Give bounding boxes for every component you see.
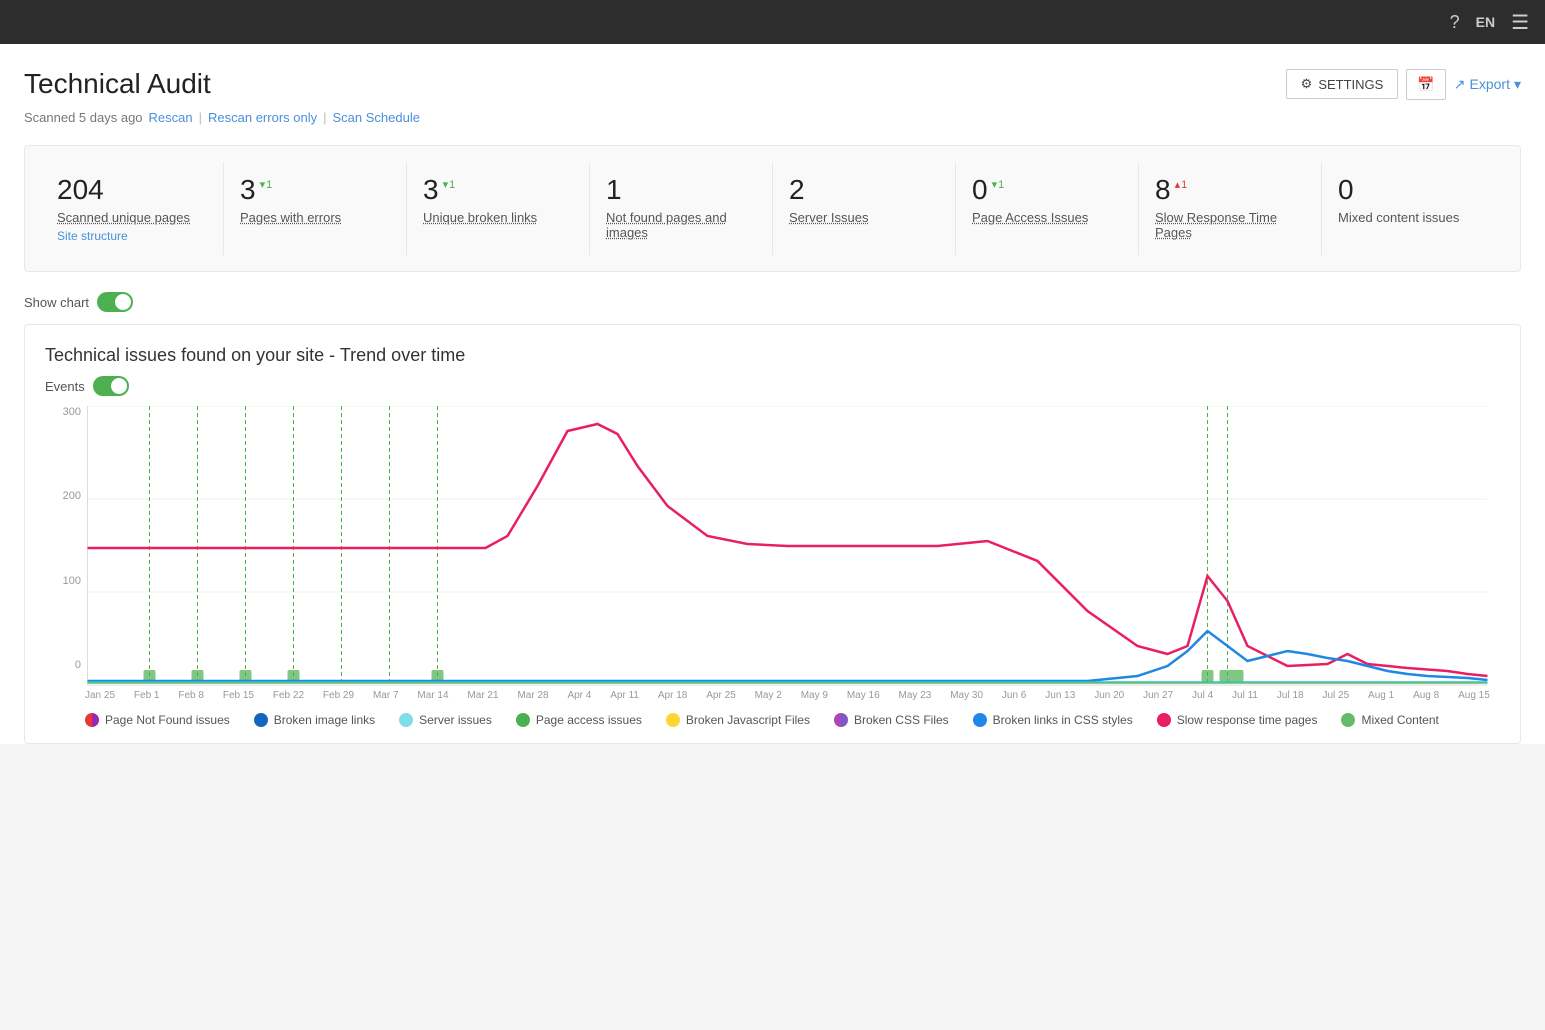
legend-label-broken-links-css: Broken links in CSS styles <box>993 713 1133 727</box>
page-title: Technical Audit <box>24 68 211 100</box>
settings-icon: ⚙ <box>1301 76 1313 92</box>
stat-number-pages-errors: 3 ▾1 <box>240 174 390 206</box>
language-selector[interactable]: EN <box>1476 14 1495 30</box>
legend-slow-response: Slow response time pages <box>1157 713 1318 727</box>
chart-svg <box>85 406 1490 686</box>
show-chart-toggle[interactable] <box>97 292 133 312</box>
stat-card-slow: 8 ▴1 Slow Response Time Pages <box>1139 162 1322 255</box>
legend-server-issues: Server issues <box>399 713 492 727</box>
stat-label-slow[interactable]: Slow Response Time Pages <box>1155 210 1305 240</box>
legend-dot-slow <box>1157 713 1171 727</box>
chart-legend: Page Not Found issues Broken image links… <box>85 713 1500 727</box>
site-structure-link[interactable]: Site structure <box>57 229 207 243</box>
separator1: | <box>199 110 202 125</box>
stats-container: 204 Scanned unique pages Site structure … <box>24 145 1521 272</box>
page-header: Technical Audit ⚙ SETTINGS 📅 ↗ Export ▾ <box>24 68 1521 100</box>
chart-events-row: Events <box>45 376 1500 396</box>
legend-page-access: Page access issues <box>516 713 642 727</box>
x-axis-labels: Jan 25 Feb 1 Feb 8 Feb 15 Feb 22 Feb 29 … <box>85 690 1490 701</box>
rescan-errors-link[interactable]: Rescan errors only <box>208 110 317 125</box>
scan-info: Scanned 5 days ago Rescan | Rescan error… <box>24 110 1521 125</box>
legend-dot-broken-css <box>834 713 848 727</box>
stat-card-broken-links: 3 ▾1 Unique broken links <box>407 162 590 255</box>
stat-label-not-found[interactable]: Not found pages and images <box>606 210 756 240</box>
legend-dot-broken-image <box>254 713 268 727</box>
badge-page-access: ▾1 <box>992 178 1005 191</box>
stat-label-scanned[interactable]: Scanned unique pages <box>57 210 207 225</box>
legend-broken-css: Broken CSS Files <box>834 713 949 727</box>
export-dropdown-icon: ▾ <box>1514 76 1521 93</box>
stat-number-scanned: 204 <box>57 174 207 206</box>
legend-broken-links-css: Broken links in CSS styles <box>973 713 1133 727</box>
events-label: Events <box>45 379 85 394</box>
stat-number-page-access: 0 ▾1 <box>972 174 1122 206</box>
badge-pages-errors: ▾1 <box>260 178 273 191</box>
legend-dot-page-access <box>516 713 530 727</box>
stat-number-not-found: 1 <box>606 174 756 206</box>
legend-dot-page-not-found <box>85 713 99 727</box>
legend-broken-js: Broken Javascript Files <box>666 713 810 727</box>
stat-label-server[interactable]: Server Issues <box>789 210 939 225</box>
stat-number-server: 2 <box>789 174 939 206</box>
legend-broken-image: Broken image links <box>254 713 375 727</box>
rescan-link[interactable]: Rescan <box>149 110 193 125</box>
header-actions: ⚙ SETTINGS 📅 ↗ Export ▾ <box>1286 69 1521 100</box>
legend-label-broken-image: Broken image links <box>274 713 375 727</box>
menu-icon[interactable]: ☰ <box>1511 10 1529 35</box>
stat-label-broken-links[interactable]: Unique broken links <box>423 210 573 225</box>
legend-dot-mixed <box>1341 713 1355 727</box>
stat-number-slow: 8 ▴1 <box>1155 174 1305 206</box>
chart-container: Technical issues found on your site - Tr… <box>24 324 1521 744</box>
badge-broken-links: ▾1 <box>443 178 456 191</box>
legend-label-page-not-found: Page Not Found issues <box>105 713 230 727</box>
scanned-text: Scanned 5 days ago <box>24 110 143 125</box>
legend-mixed-content: Mixed Content <box>1341 713 1438 727</box>
chart-area-wrapper: 300 200 100 0 <box>85 406 1490 701</box>
stat-card-mixed: 0 Mixed content issues <box>1322 162 1504 255</box>
separator2: | <box>323 110 326 125</box>
stat-card-page-access: 0 ▾1 Page Access Issues <box>956 162 1139 255</box>
stat-label-pages-errors[interactable]: Pages with errors <box>240 210 390 225</box>
y-axis: 300 200 100 0 <box>45 406 81 671</box>
badge-slow: ▴1 <box>1175 178 1188 191</box>
legend-label-broken-js: Broken Javascript Files <box>686 713 810 727</box>
legend-label-mixed: Mixed Content <box>1361 713 1438 727</box>
stat-card-scanned: 204 Scanned unique pages Site structure <box>41 162 224 255</box>
stat-card-pages-errors: 3 ▾1 Pages with errors <box>224 162 407 255</box>
legend-dot-broken-js <box>666 713 680 727</box>
stat-label-page-access[interactable]: Page Access Issues <box>972 210 1122 225</box>
calendar-button[interactable]: 📅 <box>1406 69 1445 100</box>
settings-button[interactable]: ⚙ SETTINGS <box>1286 69 1399 99</box>
legend-dot-server <box>399 713 413 727</box>
export-icon: ↗ <box>1454 76 1466 93</box>
legend-label-server: Server issues <box>419 713 492 727</box>
stat-number-broken-links: 3 ▾1 <box>423 174 573 206</box>
stat-card-not-found: 1 Not found pages and images <box>590 162 773 255</box>
stat-label-mixed: Mixed content issues <box>1338 210 1488 225</box>
top-bar: ? EN ☰ <box>0 0 1545 44</box>
show-chart-row: Show chart <box>24 292 1521 312</box>
show-chart-label: Show chart <box>24 295 89 310</box>
chart-title: Technical issues found on your site - Tr… <box>45 345 1500 366</box>
export-button[interactable]: ↗ Export ▾ <box>1454 76 1521 93</box>
help-icon[interactable]: ? <box>1450 12 1460 33</box>
events-toggle[interactable] <box>93 376 129 396</box>
legend-page-not-found: Page Not Found issues <box>85 713 230 727</box>
main-content: Technical Audit ⚙ SETTINGS 📅 ↗ Export ▾ … <box>0 44 1545 744</box>
stat-number-mixed: 0 <box>1338 174 1488 206</box>
calendar-icon: 📅 <box>1417 76 1434 92</box>
legend-label-broken-css: Broken CSS Files <box>854 713 949 727</box>
scan-schedule-link[interactable]: Scan Schedule <box>333 110 420 125</box>
legend-dot-broken-links-css <box>973 713 987 727</box>
legend-label-slow: Slow response time pages <box>1177 713 1318 727</box>
stat-card-server: 2 Server Issues <box>773 162 956 255</box>
legend-label-page-access: Page access issues <box>536 713 642 727</box>
